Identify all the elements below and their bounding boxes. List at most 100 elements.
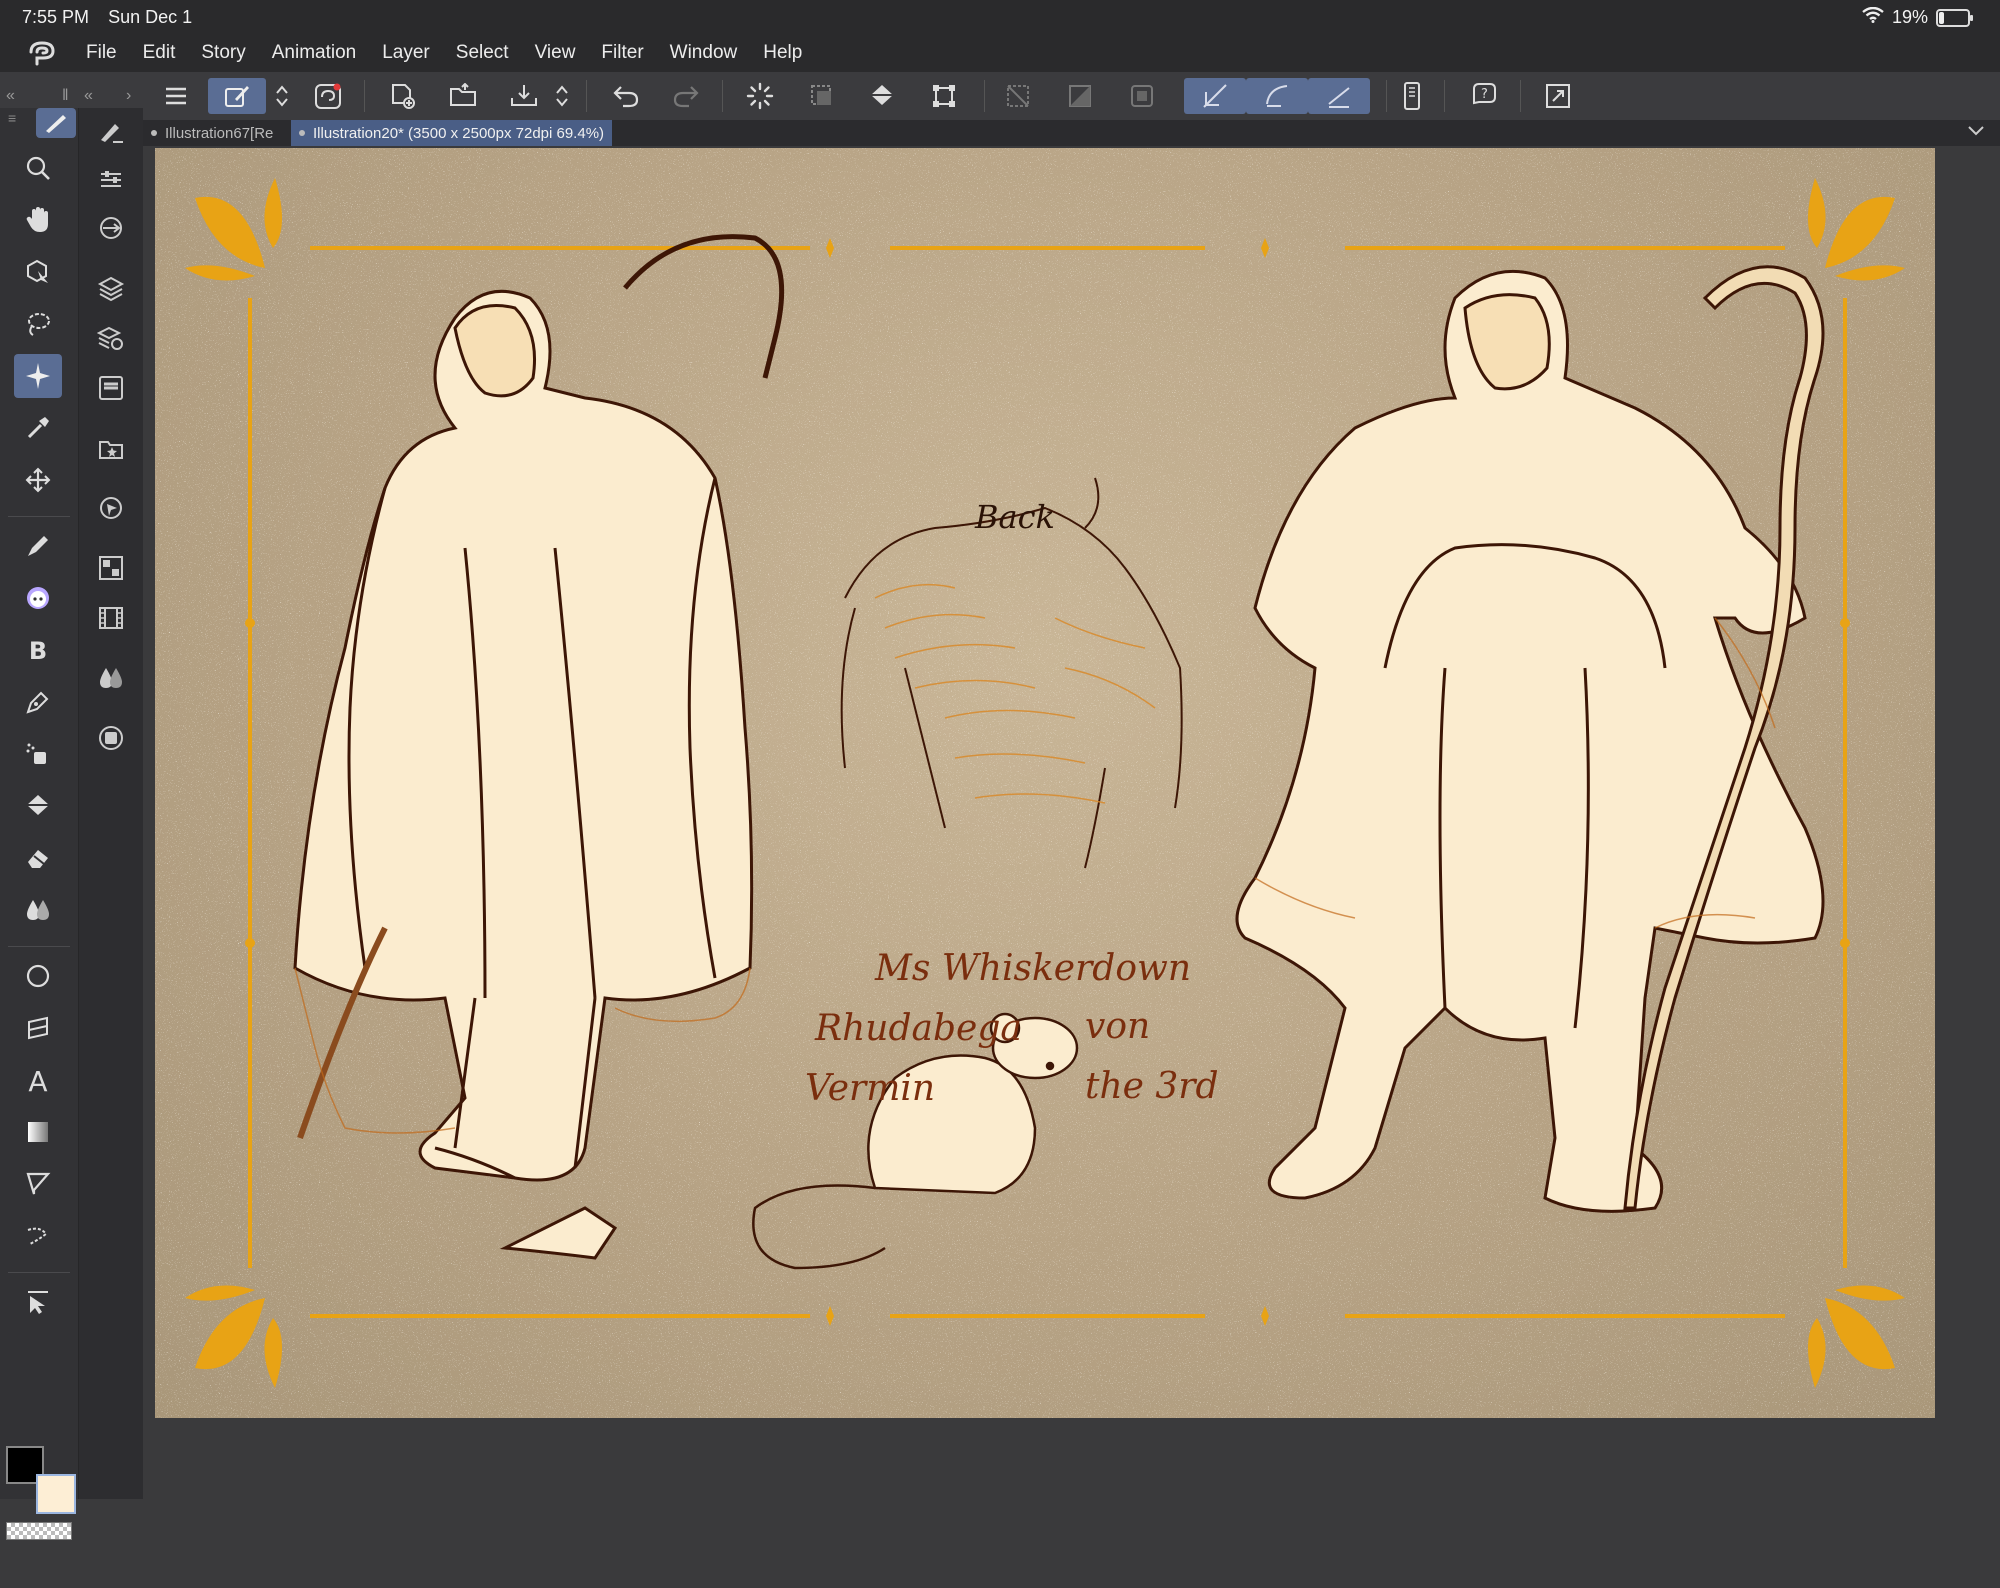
current-pen-icon[interactable] [36,108,76,138]
move-icon[interactable] [14,458,62,502]
document-tabs: Illustration67[Re Illustration20* (3500 … [143,120,2000,146]
wifi-icon [1862,6,1884,28]
grid-snap-icon[interactable] [1308,78,1370,114]
mouse-name-line2b: von [1085,1006,1151,1047]
sub-view-icon[interactable] [89,548,133,588]
sub-color-swatch[interactable] [36,1474,76,1514]
hamburger-menu-icon[interactable] [154,78,198,114]
tool-palette-menu-icon[interactable]: ≡ [8,110,16,126]
clear-selection-icon[interactable] [800,78,844,114]
magic-wand-icon[interactable] [14,354,62,398]
layers-icon[interactable] [89,268,133,308]
artwork [155,148,1935,1418]
battery-icon [1936,8,1973,27]
mouse-name-line3b: the 3rd [1085,1066,1219,1107]
app-logo-icon[interactable] [24,38,60,68]
ellipse-shape-icon[interactable] [14,954,62,998]
tab-dot-icon [299,130,305,136]
svg-text:A: A [28,1065,47,1095]
menu-window[interactable]: Window [670,42,738,64]
balloon-icon[interactable] [14,1162,62,1206]
ruler-snap-icon[interactable] [1184,78,1246,114]
character-brush-icon[interactable] [14,576,62,620]
companion-app-icon[interactable] [306,78,350,114]
svg-text:B: B [29,637,47,664]
device-settings-icon[interactable] [1390,78,1434,114]
layer-search-icon[interactable] [89,368,133,408]
text-tool-icon[interactable]: A [14,1058,62,1102]
chevron-down-icon[interactable] [1966,123,1986,143]
hand-icon[interactable] [14,198,62,242]
fill-bucket-icon[interactable] [860,78,904,114]
tool-palette: ≡ B A [0,108,79,1540]
layer-property-icon[interactable] [89,318,133,358]
tab-label: Illustration67[Re [165,124,274,142]
material-icon[interactable] [89,428,133,468]
menu-view[interactable]: View [535,42,576,64]
status-date: Sun Dec 1 [108,7,193,27]
crop-icon[interactable] [1120,78,1164,114]
mouse-name-line1: Ms Whiskerdown [875,948,1192,989]
back-label: Back [975,498,1055,536]
color-swatches [0,1438,78,1588]
fullscreen-icon[interactable] [1536,78,1580,114]
timeline-icon[interactable] [89,598,133,638]
object-select-icon[interactable] [14,1280,62,1324]
tab-label: Illustration20* (3500 x 2500px 72dpi 69.… [313,124,605,142]
navigator-icon[interactable] [89,488,133,528]
loading-spinner-icon[interactable] [738,78,782,114]
status-bar: 7:55 PM Sun Dec 1 19% [0,0,2000,34]
save-options-chevrons-icon[interactable] [546,78,578,114]
airbrush-icon[interactable] [14,732,62,776]
zoom-icon[interactable] [14,146,62,190]
status-time: 7:55 PM [22,7,90,27]
sub-tool-pen-icon[interactable] [89,112,133,152]
help-icon[interactable]: ? [1462,78,1506,114]
frame-border-icon[interactable] [14,1006,62,1050]
selection-mask-icon[interactable] [1058,78,1102,114]
drawing-canvas[interactable]: Back Ms Whiskerdown Rhudabega von Vermin… [155,148,1935,1418]
eyedropper-icon[interactable] [14,406,62,450]
pen-tool-icon[interactable] [14,524,62,568]
undo-icon[interactable] [604,78,648,114]
invert-selection-icon[interactable] [996,78,1040,114]
fountain-pen-icon[interactable] [14,680,62,724]
menu-edit[interactable]: Edit [143,42,176,64]
lasso-icon[interactable] [14,302,62,346]
save-icon[interactable] [502,78,546,114]
fill-tool-icon[interactable] [14,784,62,828]
blend-palette-icon[interactable] [89,658,133,698]
edit-mode-button[interactable] [208,78,266,114]
command-bar: « ‖ « › ? [0,72,2000,121]
new-canvas-icon[interactable] [380,78,424,114]
menu-layer[interactable]: Layer [382,42,430,64]
tool-property-icon[interactable] [89,160,133,200]
redo-icon[interactable] [664,78,708,114]
menu-select[interactable]: Select [456,42,509,64]
svg-text:?: ? [1481,87,1488,102]
mode-toggle-chevrons-icon[interactable] [266,78,298,114]
menu-help[interactable]: Help [763,42,802,64]
curve-snap-icon[interactable] [1246,78,1308,114]
menu-filter[interactable]: Filter [601,42,643,64]
blend-icon[interactable] [14,888,62,932]
open-file-icon[interactable] [442,78,486,114]
color-mixing-icon[interactable] [89,208,133,248]
transparent-color-swatch[interactable] [6,1522,72,1540]
eraser-icon[interactable] [14,836,62,880]
menu-story[interactable]: Story [201,42,245,64]
mouse-name-line2a: Rhudabega [815,1008,1022,1049]
correct-line-icon[interactable] [14,1214,62,1258]
menu-animation[interactable]: Animation [272,42,357,64]
menu-file[interactable]: File [86,42,117,64]
battery-percent: 19% [1891,7,1928,27]
tab-dot-icon [151,130,157,136]
brush-b-icon[interactable]: B [14,628,62,672]
operation-icon[interactable] [14,250,62,294]
palette-bar [79,108,143,1499]
transform-icon[interactable] [922,78,966,114]
tab-illustration67[interactable]: Illustration67[Re [143,120,295,146]
tab-illustration20[interactable]: Illustration20* (3500 x 2500px 72dpi 69.… [291,120,613,146]
color-circle-icon[interactable] [89,718,133,758]
gradient-icon[interactable] [14,1110,62,1154]
